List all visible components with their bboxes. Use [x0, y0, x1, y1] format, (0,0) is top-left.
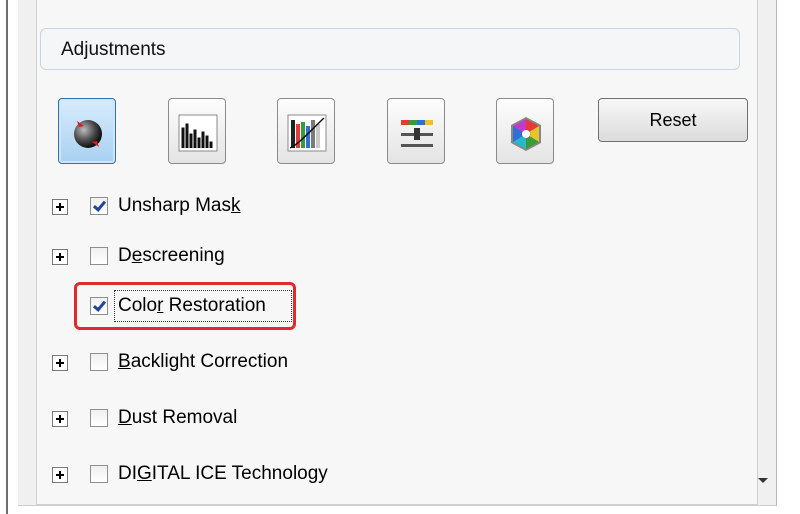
unsharp-mask-label[interactable]: Unsharp Mask: [118, 195, 241, 217]
mnemonic-letter: G: [137, 463, 152, 484]
expand-icon[interactable]: [52, 199, 68, 215]
expand-icon[interactable]: [52, 355, 68, 371]
auto-exposure-icon: [74, 120, 102, 148]
histogram-button[interactable]: [168, 98, 226, 164]
backlight-correction-checkbox[interactable]: [90, 353, 108, 371]
label-text: Unsharp Mas: [118, 195, 231, 216]
label-text: D: [118, 245, 132, 266]
digital-ice-label[interactable]: DIGITAL ICE Technology: [118, 463, 328, 485]
color-palette-icon: [511, 117, 541, 151]
label-text: ust Removal: [131, 407, 238, 428]
label-text: DI: [118, 463, 137, 484]
label-text: ITAL ICE Technology: [151, 463, 328, 484]
tone-curve-icon: [287, 114, 327, 152]
color-restoration-checkbox[interactable]: [90, 297, 108, 315]
color-palette-button[interactable]: [496, 98, 554, 164]
color-restoration-label[interactable]: Color Restoration: [118, 295, 266, 317]
dust-removal-label[interactable]: Dust Removal: [118, 407, 237, 429]
descreening-label[interactable]: Descreening: [118, 245, 225, 267]
label-text: Colo: [118, 295, 158, 316]
group-title: Adjustments: [61, 39, 166, 60]
reset-button[interactable]: Reset: [598, 98, 748, 142]
label-text: Restoration: [163, 295, 266, 316]
expand-icon[interactable]: [52, 249, 68, 265]
window-left-edge: [0, 0, 12, 514]
adjustments-group-header: Adjustments: [40, 28, 740, 70]
backlight-correction-label[interactable]: Backlight Correction: [118, 351, 288, 373]
mnemonic-letter: k: [231, 195, 241, 216]
label-text: screening: [142, 245, 225, 266]
auto-exposure-button[interactable]: [58, 98, 116, 164]
dust-removal-checkbox[interactable]: [90, 409, 108, 427]
expand-icon[interactable]: [52, 467, 68, 483]
histogram-icon: [178, 114, 218, 152]
unsharp-mask-checkbox[interactable]: [90, 197, 108, 215]
digital-ice-checkbox[interactable]: [90, 465, 108, 483]
tone-curve-button[interactable]: [277, 98, 335, 164]
mnemonic-letter: e: [131, 245, 143, 266]
brightness-contrast-icon: [401, 120, 433, 147]
expand-icon[interactable]: [52, 411, 68, 427]
mnemonic-letter: D: [118, 407, 132, 428]
brightness-contrast-button[interactable]: [387, 98, 445, 164]
label-text: acklight Correction: [130, 351, 289, 372]
scroll-down-icon[interactable]: [758, 478, 768, 483]
mnemonic-letter: B: [118, 351, 131, 372]
descreening-checkbox[interactable]: [90, 247, 108, 265]
